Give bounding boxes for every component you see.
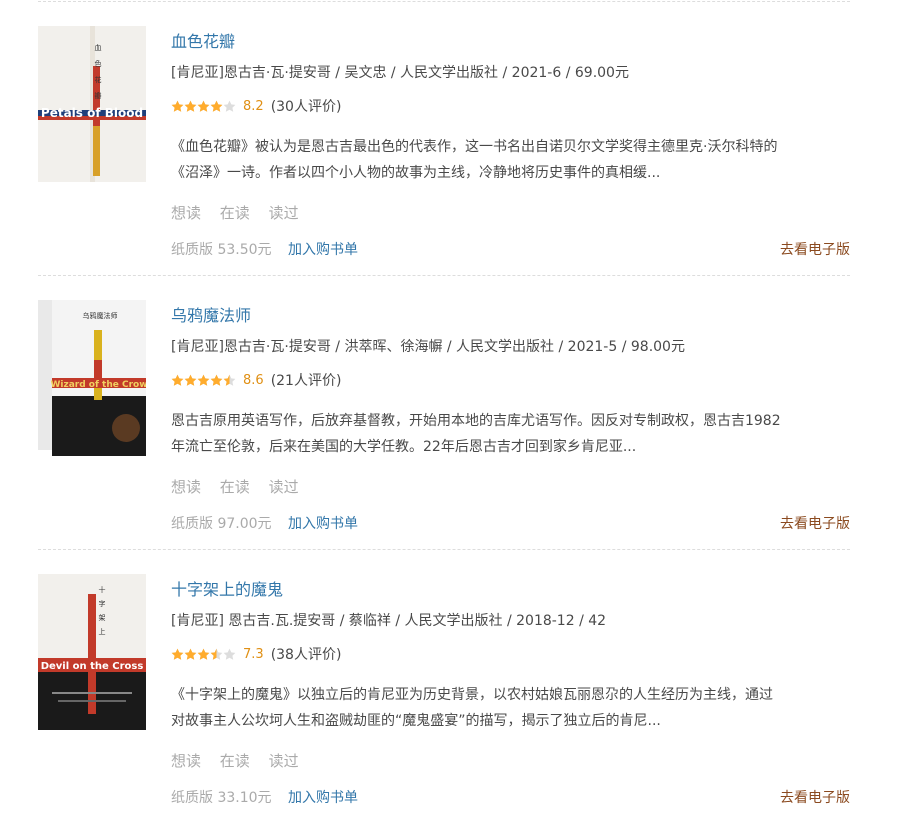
book-pub-info: [肯尼亚]恩古吉·瓦·提安哥 / 洪萃晖、徐海幈 / 人民文学出版社 / 202…: [171, 339, 685, 355]
svg-text:乌鸦魔法师: 乌鸦魔法师: [83, 311, 118, 320]
description-line: 《沼泽》一诗。作者以四个小人物的故事为主线，冷静地将历史事件的真相缓...: [171, 165, 661, 181]
svg-text:花: 花: [95, 75, 102, 84]
rating-count: (38人评价): [270, 647, 342, 663]
star-icon: [197, 374, 210, 386]
have-read-button[interactable]: 读过: [269, 478, 299, 496]
book-title-link[interactable]: 乌鸦魔法师: [171, 302, 251, 326]
add-to-booklist-link[interactable]: 加入购书单: [288, 516, 358, 532]
want-to-read-button[interactable]: 想读: [171, 752, 201, 770]
add-to-booklist-link[interactable]: 加入购书单: [288, 790, 358, 806]
reading-status-actions: 想读 在读 读过: [171, 202, 313, 223]
book-item: Wizard of the Crow 乌鸦魔法师 乌鸦魔法师 [肯尼亚]恩古吉·…: [38, 274, 850, 534]
star-icon: [184, 648, 197, 660]
svg-text:Petals of Blood: Petals of Blood: [41, 106, 143, 120]
rating-count: (21人评价): [270, 373, 342, 389]
svg-text:架: 架: [99, 614, 106, 622]
star-icon: [171, 100, 184, 112]
star-rating-icon: [171, 374, 236, 387]
book-pub-info: [肯尼亚]恩古吉·瓦·提安哥 / 吴文忠 / 人民文学出版社 / 2021-6 …: [171, 65, 629, 81]
description-line: 《十字架上的魔鬼》以独立后的肯尼亚为历史背景，以农村姑娘瓦丽恩尕的人生经历为主线…: [171, 687, 773, 703]
reading-button[interactable]: 在读: [220, 204, 250, 222]
paper-price: 纸质版 97.00元: [171, 516, 272, 532]
purchase-row: 纸质版 97.00元 加入购书单: [171, 513, 358, 533]
star-icon: [197, 648, 210, 660]
book-pub-info: [肯尼亚] 恩古吉.瓦.提安哥 / 蔡临祥 / 人民文学出版社 / 2018-1…: [171, 613, 607, 629]
svg-text:十: 十: [99, 585, 106, 594]
star-icon: [210, 374, 223, 386]
star-icon: [223, 100, 236, 112]
rating: 7.3 (38人评价): [171, 644, 341, 664]
paper-price: 纸质版 33.10元: [171, 790, 272, 806]
purchase-row: 纸质版 33.10元 加入购书单: [171, 787, 358, 807]
star-icon: [171, 374, 184, 386]
book-cover[interactable]: Wizard of the Crow 乌鸦魔法师: [38, 300, 146, 456]
description-line: 《血色花瓣》被认为是恩古吉最出色的代表作，这一书名出自诺贝尔文学奖得主德里克·沃…: [171, 139, 778, 155]
star-rating-icon: [171, 100, 236, 113]
book-item: Petals of Blood 血 色 花 瓣 血色花瓣 [肯尼亚]恩古吉·瓦·…: [38, 0, 850, 260]
reading-button[interactable]: 在读: [220, 478, 250, 496]
rating-count: (30人评价): [270, 99, 342, 115]
rating-score: 8.6: [243, 372, 264, 388]
description-line: 恩古吉原用英语写作，后放弃基督教，开始用本地的吉库尤语写作。因反对专制政权，恩古…: [171, 413, 781, 429]
view-ebook-link[interactable]: 去看电子版: [780, 513, 850, 533]
book-item: Devil on the Cross 十 字 架 上 十字架上的魔鬼 [肯尼亚]…: [38, 548, 850, 808]
view-ebook-link[interactable]: 去看电子版: [780, 787, 850, 807]
svg-text:血: 血: [95, 43, 102, 52]
star-icon: [197, 100, 210, 112]
book-cover[interactable]: Petals of Blood 血 色 花 瓣: [38, 26, 146, 182]
reading-status-actions: 想读 在读 读过: [171, 476, 313, 497]
rating-score: 8.2: [243, 98, 264, 114]
book-title-link[interactable]: 血色花瓣: [171, 28, 235, 52]
star-icon: [210, 100, 223, 112]
star-icon: [184, 100, 197, 112]
rating-score: 7.3: [243, 646, 264, 662]
book-description: 恩古吉原用英语写作，后放弃基督教，开始用本地的吉库尤语写作。因反对专制政权，恩古…: [171, 408, 851, 460]
star-icon: [223, 374, 236, 386]
rating: 8.2 (30人评价): [171, 96, 341, 116]
star-icon: [210, 648, 223, 660]
svg-text:Devil on the Cross: Devil on the Cross: [41, 661, 144, 672]
book-description: 《血色花瓣》被认为是恩古吉最出色的代表作，这一书名出自诺贝尔文学奖得主德里克·沃…: [171, 134, 851, 186]
add-to-booklist-link[interactable]: 加入购书单: [288, 242, 358, 258]
want-to-read-button[interactable]: 想读: [171, 478, 201, 496]
star-icon: [184, 374, 197, 386]
star-icon: [171, 648, 184, 660]
book-cover[interactable]: Devil on the Cross 十 字 架 上: [38, 574, 146, 730]
description-line: 年流亡至伦敦，后来在美国的大学任教。22年后恩古吉才回到家乡肯尼亚...: [171, 439, 637, 455]
reading-button[interactable]: 在读: [220, 752, 250, 770]
svg-text:Wizard of the Crow: Wizard of the Crow: [50, 380, 146, 390]
reading-status-actions: 想读 在读 读过: [171, 750, 313, 771]
want-to-read-button[interactable]: 想读: [171, 204, 201, 222]
svg-text:字: 字: [99, 599, 106, 608]
svg-text:上: 上: [99, 627, 106, 636]
view-ebook-link[interactable]: 去看电子版: [780, 239, 850, 259]
description-line: 对故事主人公坎坷人生和盗贼劫匪的“魔鬼盛宴”的描写，揭示了独立后的肯尼...: [171, 713, 661, 729]
purchase-row: 纸质版 53.50元 加入购书单: [171, 239, 358, 259]
star-icon: [223, 648, 236, 660]
have-read-button[interactable]: 读过: [269, 204, 299, 222]
svg-text:瓣: 瓣: [95, 91, 102, 100]
star-rating-icon: [171, 648, 236, 661]
have-read-button[interactable]: 读过: [269, 752, 299, 770]
svg-text:色: 色: [95, 59, 102, 68]
book-description: 《十字架上的魔鬼》以独立后的肯尼亚为历史背景，以农村姑娘瓦丽恩尕的人生经历为主线…: [171, 682, 851, 734]
paper-price: 纸质版 53.50元: [171, 242, 272, 258]
rating: 8.6 (21人评价): [171, 370, 341, 390]
book-title-link[interactable]: 十字架上的魔鬼: [171, 576, 283, 600]
